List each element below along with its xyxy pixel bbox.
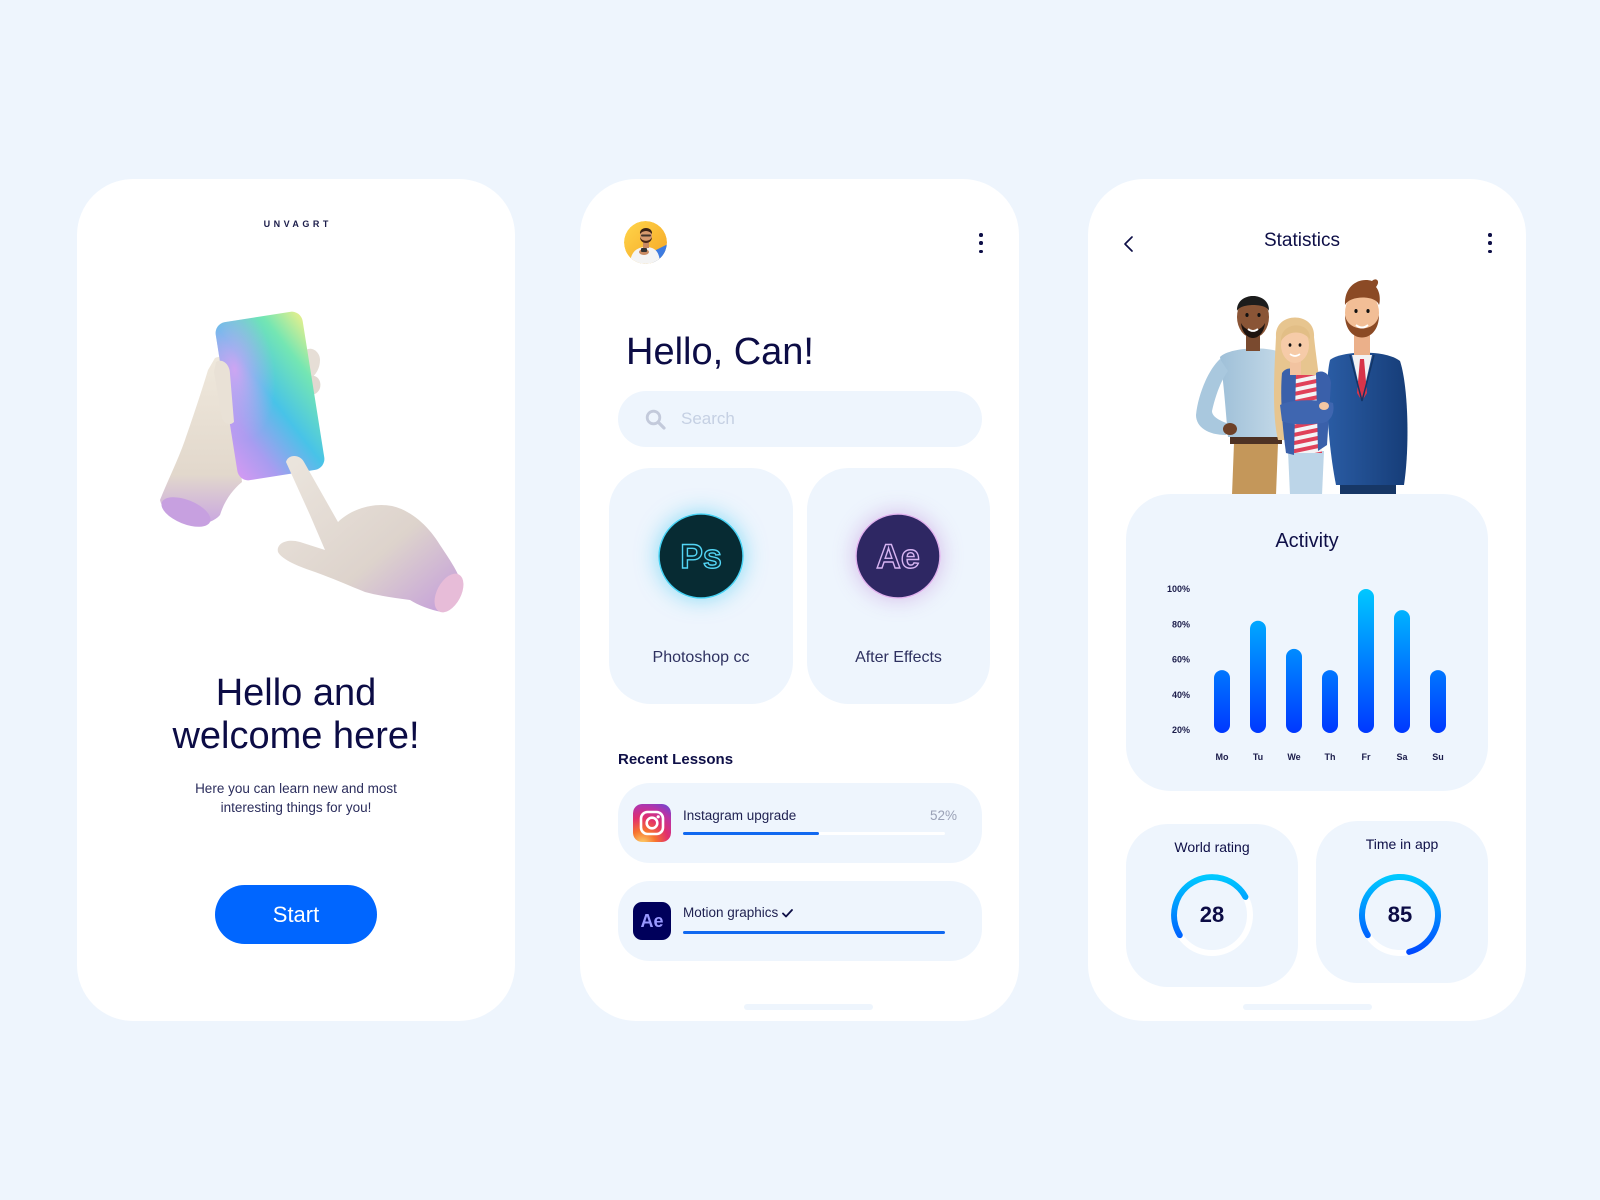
- x-tick-label-we: We: [1287, 752, 1300, 762]
- bar-fr: [1358, 589, 1374, 733]
- woman-center-figure: [1274, 317, 1334, 495]
- x-tick-label-mo: Mo: [1216, 752, 1229, 762]
- subtitle-line-1: Here you can learn new and most: [195, 781, 397, 796]
- course-label: Photoshop cc: [652, 649, 750, 666]
- lesson-title: Instagram upgrade: [683, 807, 796, 825]
- x-tick-label-th: Th: [1325, 752, 1336, 762]
- avatar-icon: [624, 221, 667, 264]
- kebab-menu-icon[interactable]: [1487, 233, 1493, 253]
- world-rating-gauge: 28: [1167, 870, 1257, 960]
- x-tick-label-fr: Fr: [1362, 752, 1371, 762]
- photoshop-icon: Ps: [658, 513, 744, 599]
- y-tick-label-80: 80%: [1172, 619, 1190, 629]
- bar-su: [1430, 670, 1446, 733]
- search-bar[interactable]: [618, 391, 982, 447]
- statistics-title: Statistics: [1263, 230, 1341, 251]
- welcome-subtitle: Here you can learn new and most interest…: [77, 779, 515, 817]
- bar-sa: [1394, 610, 1410, 733]
- course-tile-photoshop[interactable]: Ps Photoshop cc: [609, 468, 793, 704]
- kebab-menu-icon[interactable]: [978, 233, 984, 253]
- welcome-screen: UNVAGRT Hello and welcome here! Here you…: [77, 179, 515, 1021]
- lesson-progress-fill: [683, 931, 945, 934]
- home-indicator[interactable]: [744, 1004, 873, 1010]
- world-rating-label: World rating: [1174, 839, 1250, 855]
- bar-mo: [1214, 670, 1230, 733]
- team-illustration: [1196, 279, 1408, 495]
- activity-title: Activity: [1275, 530, 1339, 552]
- search-input[interactable]: [681, 391, 961, 447]
- instagram-icon: [633, 804, 671, 842]
- y-tick-label-20: 20%: [1172, 725, 1190, 735]
- lesson-title-text: Motion graphics: [683, 905, 779, 920]
- lesson-title: Motion graphics: [683, 904, 794, 922]
- start-button[interactable]: Start: [215, 885, 377, 944]
- after-effects-icon-text: Ae: [876, 538, 919, 576]
- headline-line-2: welcome here!: [172, 715, 420, 757]
- photoshop-icon-text: Ps: [680, 538, 722, 576]
- after-effects-icon: Ae: [633, 902, 671, 940]
- lesson-progress-fill: [683, 832, 820, 835]
- world-rating-value: 28: [1199, 902, 1225, 927]
- hands-phone-illustration: [160, 311, 464, 613]
- home-screen: Hello, Can! Ps Photoshop cc Ae After Eff…: [580, 179, 1019, 1021]
- time-in-app-value: 85: [1387, 902, 1413, 927]
- man-right-figure: [1327, 279, 1408, 495]
- time-in-app-card: Time in app 85: [1316, 821, 1488, 983]
- right-hand: [277, 456, 464, 613]
- bar-tu: [1250, 620, 1266, 733]
- world-rating-card: World rating 28: [1126, 824, 1298, 987]
- welcome-headline: Hello and welcome here!: [77, 672, 515, 758]
- y-tick-label-40: 40%: [1172, 690, 1190, 700]
- lesson-progress-track: [683, 832, 945, 835]
- course-tile-after-effects[interactable]: Ae After Effects: [807, 468, 990, 704]
- time-in-app-label: Time in app: [1365, 836, 1439, 852]
- x-tick-label-sa: Sa: [1396, 752, 1408, 762]
- recent-lessons-title: Recent Lessons: [618, 751, 734, 768]
- y-tick-label-100: 100%: [1167, 584, 1190, 594]
- headline-line-1: Hello and: [215, 672, 377, 714]
- x-tick-label-su: Su: [1432, 752, 1444, 762]
- x-tick-label-tu: Tu: [1253, 752, 1263, 762]
- lesson-item-instagram[interactable]: Instagram upgrade 52%: [618, 783, 982, 863]
- after-effects-icon: Ae: [855, 513, 941, 599]
- subtitle-line-2: interesting things for you!: [220, 800, 372, 815]
- home-indicator[interactable]: [1243, 1004, 1372, 1010]
- lesson-title-text: Instagram upgrade: [683, 808, 797, 823]
- bar-we: [1286, 648, 1302, 733]
- activity-chart-panel: 20% 40% 60% 80% 100% Mo Tu We Th Fr Sa Su Activity: [1126, 494, 1488, 791]
- statistics-screen: Statistics 20% 40% 60% 80% 100% Mo Tu We…: [1088, 179, 1526, 1021]
- time-in-app-gauge: 85: [1355, 870, 1445, 960]
- search-icon: [645, 409, 666, 430]
- y-tick-label-60: 60%: [1172, 655, 1190, 665]
- bar-th: [1322, 670, 1338, 733]
- course-label: After Effects: [855, 649, 942, 666]
- lesson-item-motion-graphics[interactable]: Ae Motion graphics: [618, 881, 982, 961]
- user-avatar[interactable]: [624, 221, 667, 264]
- brand-logo: UNVAGRT: [263, 219, 332, 229]
- lesson-progress-track: [683, 931, 945, 934]
- lesson-progress-percent: 52%: [929, 808, 957, 823]
- checkmark-icon: [782, 908, 794, 917]
- greeting-title: Hello, Can!: [626, 331, 814, 373]
